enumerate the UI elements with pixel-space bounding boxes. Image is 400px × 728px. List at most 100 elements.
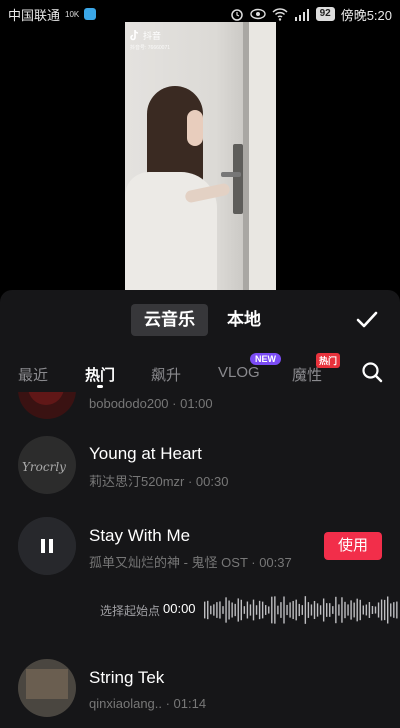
waveform-bar [365,604,368,616]
tab-active-indicator [97,385,103,388]
waveform-bar [344,601,346,619]
waveform-bar [243,606,246,614]
list-item[interactable]: bobododo200 · 01:00 [0,392,400,421]
waveform-bar [387,596,389,624]
door-handle [221,172,241,177]
wifi-icon [272,7,288,21]
waveform-bar [289,602,291,618]
start-point-selector: 选择起始点 00:00 [0,592,400,628]
waveform-bar [307,602,310,618]
waveform-bar [286,604,288,616]
waveform-bar [362,605,364,615]
start-time-label: 00:00 [163,601,196,616]
waveform-bar [237,598,239,622]
list-item-selected[interactable]: Stay With Me 孤单又灿烂的神 - 鬼怪 OST · 00:37 使用 [0,517,400,583]
track-title: String Tek [89,668,165,687]
waveform-bar [377,602,380,618]
album-cover [18,517,76,575]
waveform-bar [258,600,261,620]
waveform-bar [295,599,297,621]
track-subtitle: 莉达思汀520mzr · 00:30 [89,474,229,489]
waveform-bar [298,603,300,617]
new-badge: NEW [250,353,281,365]
waveform-bar [335,596,337,624]
source-toggle: 云音乐 本地 [131,304,274,336]
waveform-bar [383,599,386,621]
waveform-bar [271,596,273,624]
tiktok-account-id: 抖音号: 76660071 [130,45,171,51]
time-label: 傍晚5:20 [340,7,392,23]
waveform-bar [228,600,230,620]
waveform-bar [225,597,227,623]
tab-hot[interactable]: 热门 [85,364,115,385]
list-item[interactable]: String Tek qinxiaolang.. · 01:14 [0,659,400,725]
waveform-bar [390,603,392,617]
waveform-bar [301,605,303,615]
waveform-bar [396,601,398,619]
waveform-bar [310,604,313,616]
track-subtitle: bobododo200 · 01:00 [89,396,213,411]
waveform-bar [252,599,255,621]
waveform-bar [319,605,322,615]
waveform-bar [380,599,383,621]
hot-badge: 热门 [316,353,341,368]
waveform-bar [313,600,316,620]
status-right: 92 傍晚5:20 [230,5,392,24]
category-tabs: 最近 热门 飙升 VLOG NEW 魔性 热门 [0,353,400,394]
waveform-bar [261,601,264,619]
toggle-local[interactable]: 本地 [214,304,274,336]
waveform-bar [255,605,258,615]
app-notification-icon [84,8,97,20]
track-subtitle: 孤单又灿烂的神 - 鬼怪 OST · 00:37 [89,555,292,570]
confirm-check-icon[interactable] [355,308,379,332]
waveform-bar [210,605,212,615]
status-left: 中国联通 10K [8,5,97,24]
waveform-bar [356,598,358,622]
waveform-bar [322,598,325,622]
waveform-bar [277,605,279,615]
waveform-bar [353,602,355,618]
album-cover [18,392,76,419]
waveform-bar [350,600,352,620]
waveform-bar [329,603,331,617]
track-subtitle: qinxiaolang.. · 01:14 [89,696,207,711]
search-icon[interactable] [361,361,383,383]
list-item[interactable]: Yrocrly Young at Heart 莉达思汀520mzr · 00:3… [0,436,400,502]
pause-icon[interactable] [38,537,56,555]
video-preview[interactable]: 抖音 抖音号: 76660071 [125,22,276,292]
waveform-bar [292,600,294,620]
waveform-bar [249,604,252,616]
tab-recent[interactable]: 最近 [18,364,48,385]
waveform-bar [332,606,334,614]
waveform-bar [231,602,233,618]
waveform-bar [234,603,236,617]
door-right [249,22,276,292]
tab-rising[interactable]: 飙升 [151,364,181,385]
audio-waveform[interactable] [204,594,400,626]
use-button[interactable]: 使用 [324,532,382,560]
album-cover [18,659,76,717]
waveform-bar [393,602,395,618]
waveform-bar [246,601,249,619]
waveform-bar [341,597,343,623]
waveform-bar [222,606,224,614]
carrier-label: 中国联通 [8,7,61,23]
waveform-bar [219,601,221,619]
toggle-cloud-music[interactable]: 云音乐 [131,304,208,336]
tiktok-watermark: 抖音 [130,29,161,42]
music-sheet: 云音乐 本地 最近 热门 飙升 VLOG NEW 魔性 热门 bobododo2… [0,290,400,728]
waveform-bar [326,603,328,617]
person-face [187,110,203,146]
door-lock [233,144,243,214]
waveform-bar [359,599,361,621]
music-list: bobododo200 · 01:00 Yrocrly Young at Hea… [0,392,400,728]
waveform-bar [368,602,371,618]
waveform-bar [240,599,242,621]
waveform-bar [280,602,282,618]
track-title: Young at Heart [89,444,202,463]
signal-icon [294,8,309,21]
tiktok-logo-icon [130,30,139,41]
battery-indicator: 92 [315,7,335,21]
waveform-bar [316,603,319,617]
tab-vlog[interactable]: VLOG [218,364,260,381]
